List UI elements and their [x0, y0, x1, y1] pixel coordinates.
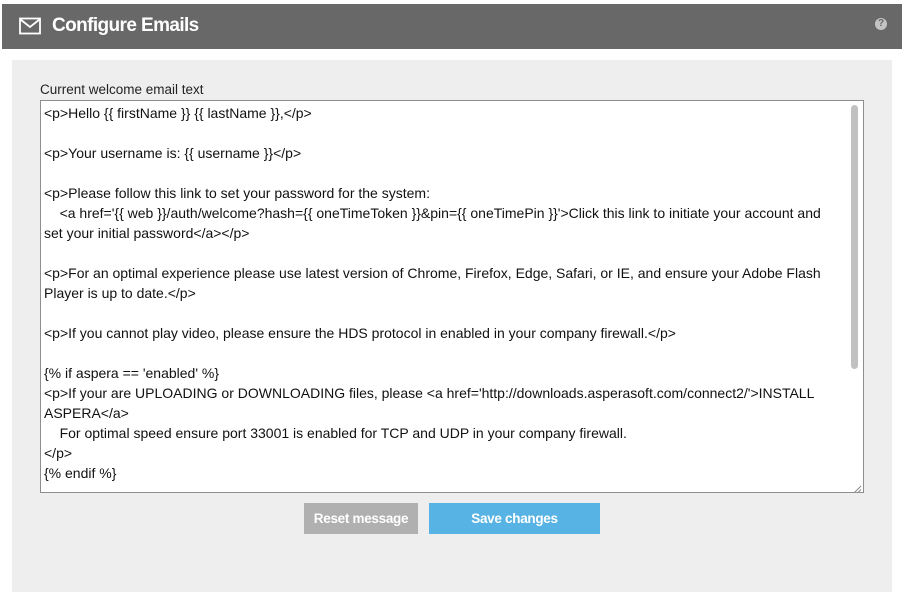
- welcome-email-label: Current welcome email text: [40, 82, 204, 97]
- scrollbar-thumb[interactable]: [851, 105, 858, 369]
- help-icon[interactable]: ?: [875, 18, 887, 30]
- resize-handle-icon[interactable]: [852, 481, 862, 492]
- mail-icon: [19, 17, 41, 35]
- reset-message-button[interactable]: Reset message: [304, 503, 418, 534]
- welcome-email-text[interactable]: <p>Hello {{ firstName }} {{ lastName }},…: [44, 103, 839, 483]
- textarea-scrollbar[interactable]: [848, 102, 862, 482]
- page-title: Configure Emails: [52, 15, 199, 36]
- email-config-panel: Current welcome email text <p>Hello {{ f…: [12, 60, 892, 592]
- save-changes-button[interactable]: Save changes: [429, 503, 600, 534]
- page-header: Configure Emails ?: [2, 4, 902, 49]
- welcome-email-textarea[interactable]: <p>Hello {{ firstName }} {{ lastName }},…: [40, 100, 864, 493]
